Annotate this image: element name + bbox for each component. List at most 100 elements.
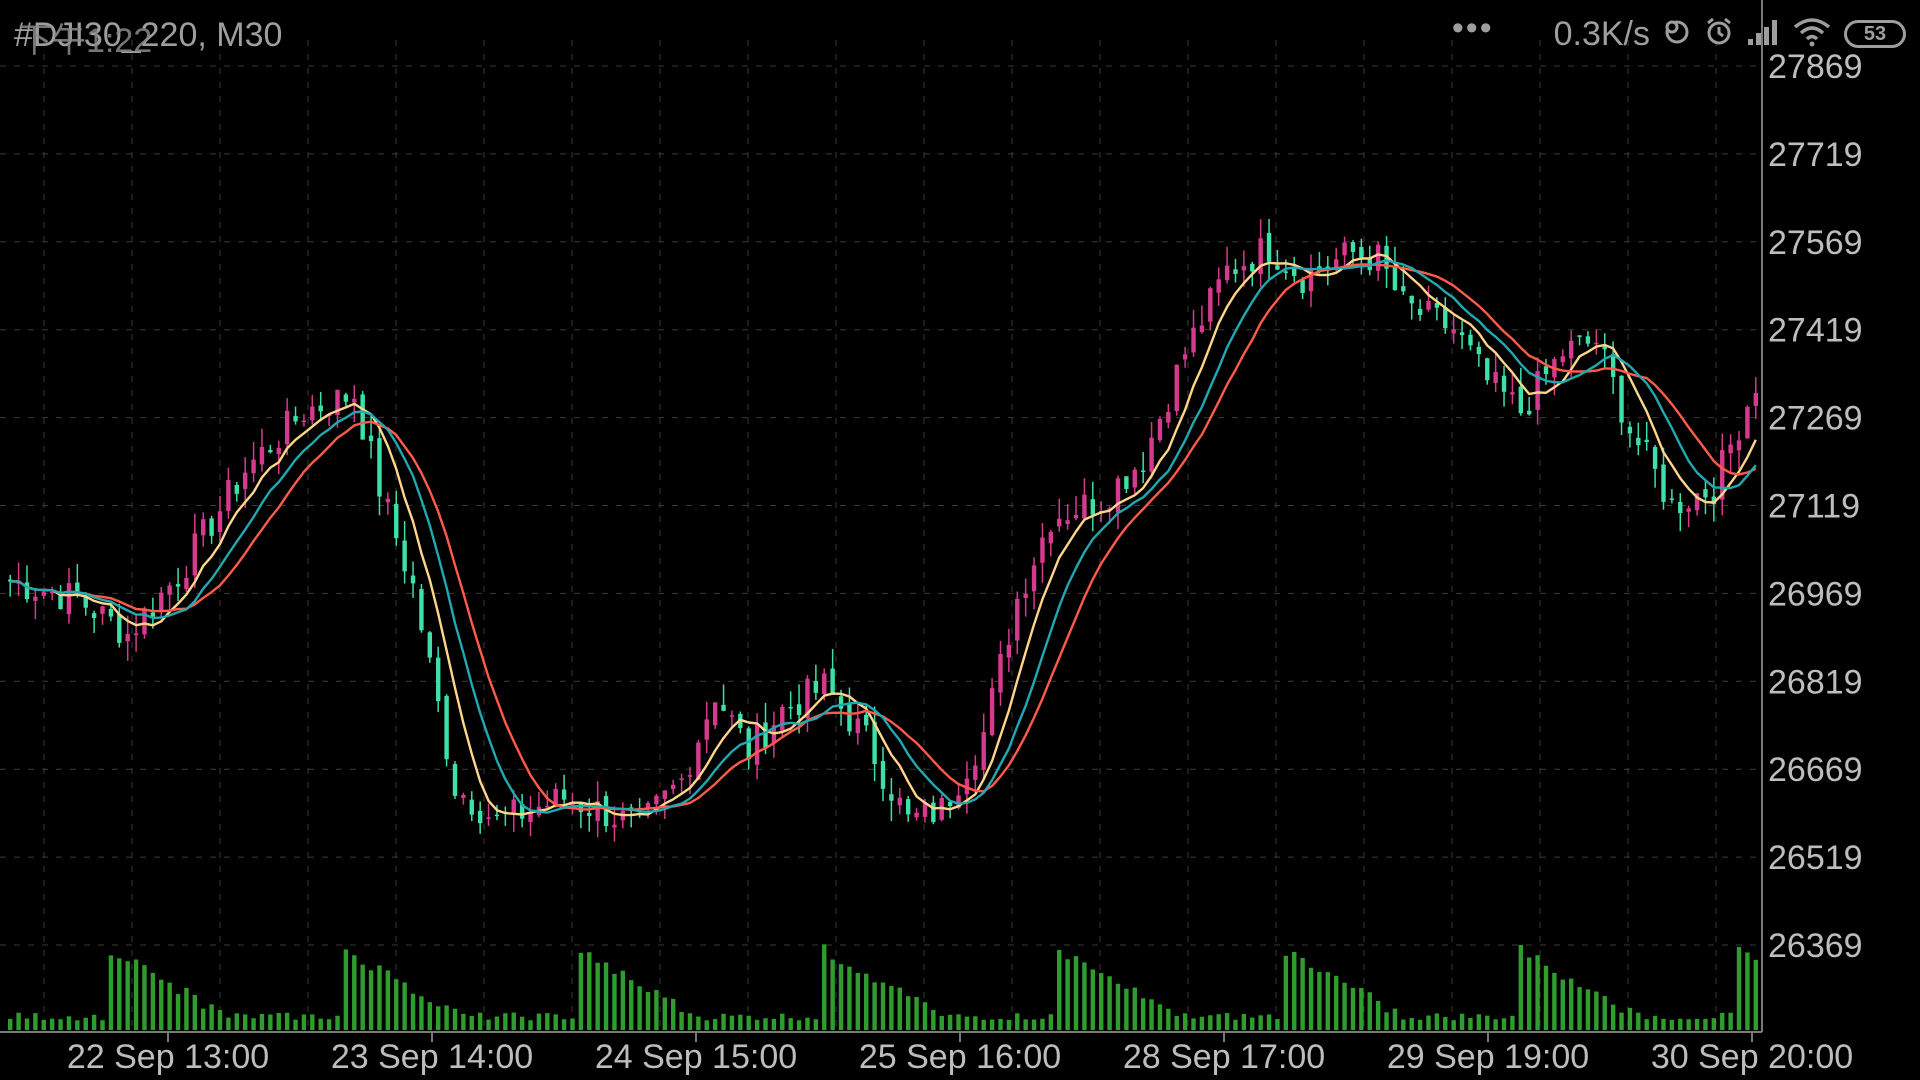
candle-body xyxy=(91,613,97,618)
price-tick-label: 26519 xyxy=(1768,839,1863,877)
volume-bar xyxy=(1577,987,1582,1030)
candle-body xyxy=(41,591,46,596)
candle-body xyxy=(268,449,273,453)
candle-body xyxy=(1501,375,1507,392)
volume-bar xyxy=(410,993,416,1030)
volume-bar xyxy=(1224,1013,1230,1030)
candle-body xyxy=(1652,447,1658,469)
volume-bar xyxy=(125,961,130,1030)
volume-bar xyxy=(771,1018,777,1030)
candle-body xyxy=(1224,265,1230,281)
volume-bar xyxy=(159,979,164,1030)
volume-bar xyxy=(75,1020,80,1030)
volume-bar xyxy=(268,1014,273,1030)
candle-body xyxy=(150,612,156,617)
menu-dots-icon[interactable]: ••• xyxy=(1452,9,1494,48)
volume-bar xyxy=(721,1013,726,1030)
candle-body xyxy=(1636,437,1641,446)
volume-bar xyxy=(670,998,676,1030)
volume-bar xyxy=(318,1018,323,1030)
candle-body xyxy=(1115,478,1121,513)
volume-bar xyxy=(1065,959,1070,1030)
volume-bar xyxy=(259,1013,265,1030)
volume-bar xyxy=(1560,979,1565,1030)
price-tick-label: 27569 xyxy=(1768,224,1863,262)
candle-body xyxy=(1543,366,1549,375)
signal-icon xyxy=(1746,17,1780,52)
volume-bar xyxy=(251,1018,256,1030)
candle-body xyxy=(310,406,315,421)
volume-bar xyxy=(1333,975,1339,1030)
time-tick-label: 28 Sep 17:00 xyxy=(1123,1038,1325,1076)
volume-bar xyxy=(603,962,609,1030)
volume-bar xyxy=(1594,991,1599,1030)
volume-bar xyxy=(1694,1018,1700,1030)
time-tick-label: 30 Sep 20:00 xyxy=(1651,1038,1853,1076)
volume-bar xyxy=(897,987,902,1030)
volume-bar xyxy=(805,1017,810,1030)
price-chart[interactable]: 2786927719275692741927269271192696926819… xyxy=(0,0,1920,1080)
candle-body xyxy=(477,810,483,824)
volume-bar xyxy=(1610,1004,1616,1030)
volume-bar xyxy=(301,1014,307,1030)
candle-body xyxy=(1065,520,1070,524)
candle-body xyxy=(1149,437,1154,472)
candle-body xyxy=(1157,418,1163,441)
candle-body xyxy=(545,805,550,808)
volume-bar xyxy=(864,973,869,1030)
candle-body xyxy=(1090,499,1096,515)
candle-body xyxy=(587,812,592,816)
volume-bar xyxy=(1552,972,1557,1030)
volume-bar xyxy=(360,964,365,1030)
candle-body xyxy=(947,801,953,807)
candle-body xyxy=(788,706,793,709)
volume-bar xyxy=(1149,999,1154,1030)
volume-bar xyxy=(712,1019,718,1030)
volume-bar xyxy=(1174,1016,1179,1030)
volume-bar xyxy=(226,1017,231,1030)
volume-bar xyxy=(1208,1015,1213,1030)
candle-body xyxy=(838,696,844,709)
volume-bar xyxy=(1619,1012,1624,1030)
candle-body xyxy=(889,794,894,801)
volume-bar xyxy=(234,1013,239,1030)
volume-bar xyxy=(16,1012,21,1030)
volume-bar xyxy=(1308,967,1314,1030)
volume-bar xyxy=(1166,1008,1171,1030)
volume-bar xyxy=(1451,1020,1456,1030)
candle-body xyxy=(1745,406,1750,439)
candle-body xyxy=(167,585,172,595)
candle-body xyxy=(175,584,181,587)
candle-body xyxy=(670,784,676,789)
volume-bar xyxy=(939,1015,944,1030)
volume-bar xyxy=(1401,1019,1406,1030)
candle-body xyxy=(712,702,718,726)
volume-bar xyxy=(738,1014,743,1030)
volume-bar xyxy=(133,959,139,1030)
candle-body xyxy=(469,799,474,815)
volume-bar xyxy=(796,1020,802,1030)
volume-bar xyxy=(1535,955,1540,1030)
volume-bar xyxy=(452,1008,458,1030)
volume-bar xyxy=(729,1015,735,1030)
volume-bar xyxy=(242,1014,248,1030)
volume-bar xyxy=(167,982,172,1030)
candle-body xyxy=(998,653,1003,693)
candle-body xyxy=(1560,356,1565,363)
candle-body xyxy=(1594,342,1599,345)
volume-bar xyxy=(1031,1019,1037,1030)
price-tick-label: 27269 xyxy=(1768,400,1863,438)
candle-body xyxy=(125,633,130,642)
volume-bar xyxy=(872,982,877,1030)
candle-body xyxy=(1208,288,1213,322)
volume-bar xyxy=(1518,945,1524,1030)
candle-body xyxy=(419,589,424,631)
volume-bar xyxy=(1661,1018,1666,1030)
volume-bar xyxy=(956,1014,961,1030)
candle-body xyxy=(931,802,936,823)
volume-bar xyxy=(1057,950,1062,1030)
candle-body xyxy=(1678,501,1683,514)
volume-bar xyxy=(486,1019,491,1030)
volume-bar xyxy=(276,1013,281,1030)
volume-bar xyxy=(880,982,886,1030)
